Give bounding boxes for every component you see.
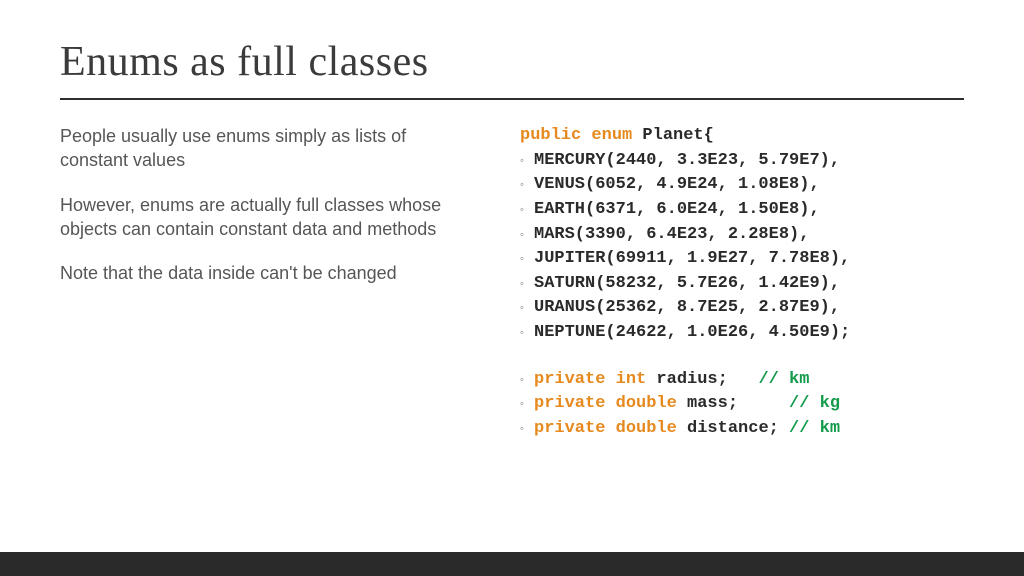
comment: // kg <box>789 392 840 417</box>
bullet-icon: ◦ <box>520 392 534 416</box>
bullet-icon: ◦ <box>520 173 534 197</box>
comment: // km <box>789 417 840 442</box>
field-name: distance; <box>677 417 789 442</box>
enum-constant: ◦JUPITER(69911, 1.9E27, 7.78E8), <box>520 247 964 272</box>
bullet-icon: ◦ <box>520 223 534 247</box>
text-column: People usually use enums simply as lists… <box>60 124 460 442</box>
paragraph: People usually use enums simply as lists… <box>60 124 460 173</box>
code-column: public enum Planet { ◦MERCURY(2440, 3.3E… <box>520 124 964 442</box>
enum-constant: ◦MERCURY(2440, 3.3E23, 5.79E7), <box>520 149 964 174</box>
bullet-icon: ◦ <box>520 417 534 441</box>
keyword: private double <box>534 417 677 442</box>
paragraph: Note that the data inside can't be chang… <box>60 261 460 285</box>
slide: Enums as full classes People usually use… <box>0 0 1024 576</box>
paragraph: However, enums are actually full classes… <box>60 193 460 242</box>
enum-constant: ◦EARTH(6371, 6.0E24, 1.50E8), <box>520 198 964 223</box>
field-declaration: ◦ private double distance; // km <box>520 417 964 442</box>
bullet-icon: ◦ <box>520 321 534 345</box>
keyword: private double <box>534 392 677 417</box>
brace: { <box>704 124 714 149</box>
bullet-icon: ◦ <box>520 149 534 173</box>
bullet-icon: ◦ <box>520 272 534 296</box>
keyword: private int <box>534 368 646 393</box>
field-name: radius; <box>646 368 758 393</box>
footer-bar <box>0 552 1024 576</box>
bullet-icon: ◦ <box>520 247 534 271</box>
keyword: public enum <box>520 124 632 149</box>
blank-line <box>520 346 964 368</box>
comment: // km <box>758 368 809 393</box>
slide-body: People usually use enums simply as lists… <box>60 124 964 442</box>
bullet-icon: ◦ <box>520 296 534 320</box>
title-underline <box>60 98 964 100</box>
enum-constant: ◦MARS(3390, 6.4E23, 2.28E8), <box>520 223 964 248</box>
bullet-icon: ◦ <box>520 198 534 222</box>
field-name: mass; <box>677 392 789 417</box>
field-declaration: ◦ private double mass; // kg <box>520 392 964 417</box>
enum-constant: ◦SATURN(58232, 5.7E26, 1.42E9), <box>520 272 964 297</box>
enum-constant: ◦NEPTUNE(24622, 1.0E26, 4.50E9); <box>520 321 964 346</box>
code-declaration: public enum Planet { <box>520 124 964 149</box>
enum-constant: ◦URANUS(25362, 8.7E25, 2.87E9), <box>520 296 964 321</box>
bullet-icon: ◦ <box>520 368 534 392</box>
class-name: Planet <box>642 124 703 149</box>
field-declaration: ◦ private int radius; // km <box>520 368 964 393</box>
enum-constant: ◦VENUS(6052, 4.9E24, 1.08E8), <box>520 173 964 198</box>
slide-title: Enums as full classes <box>60 38 964 86</box>
